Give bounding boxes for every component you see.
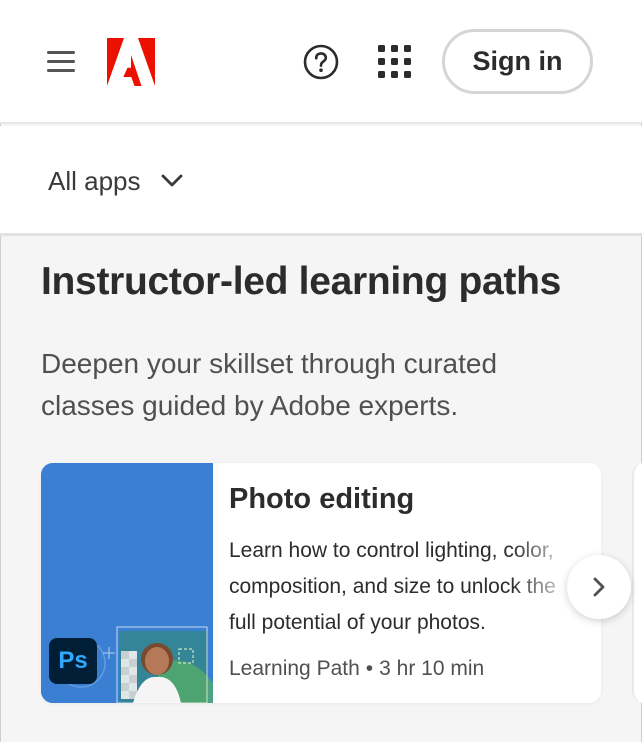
card-duration: 3 hr 10 min <box>379 657 485 680</box>
chevron-down-icon <box>161 174 182 187</box>
card-thumbnail: Ps <box>41 463 213 703</box>
dropdown-label: All apps <box>48 165 141 196</box>
chevron-right-icon <box>593 577 605 597</box>
help-icon[interactable] <box>303 44 339 80</box>
global-header: Sign in <box>0 0 642 124</box>
section-title: Instructor-led learning paths <box>41 260 562 303</box>
adobe-logo[interactable] <box>107 38 155 86</box>
meta-separator: • <box>365 657 374 680</box>
card-title: Photo editing <box>229 483 415 515</box>
app-grid-icon[interactable] <box>378 45 411 78</box>
carousel-next-button[interactable] <box>567 555 631 619</box>
card-type: Learning Path <box>229 657 360 680</box>
sign-in-button[interactable]: Sign in <box>442 29 593 94</box>
photoshop-badge: Ps <box>49 638 97 684</box>
section-description: Deepen your skillset through curated cla… <box>41 348 498 421</box>
learning-path-card[interactable]: Ps Photo editing Learn how to control li… <box>41 463 601 703</box>
next-card-peek <box>632 463 642 703</box>
all-apps-dropdown[interactable]: All apps <box>48 164 183 198</box>
filter-bar: All apps <box>0 126 642 236</box>
card-meta: Learning Path • 3 hr 10 min <box>229 657 484 681</box>
hamburger-icon[interactable] <box>47 49 75 75</box>
